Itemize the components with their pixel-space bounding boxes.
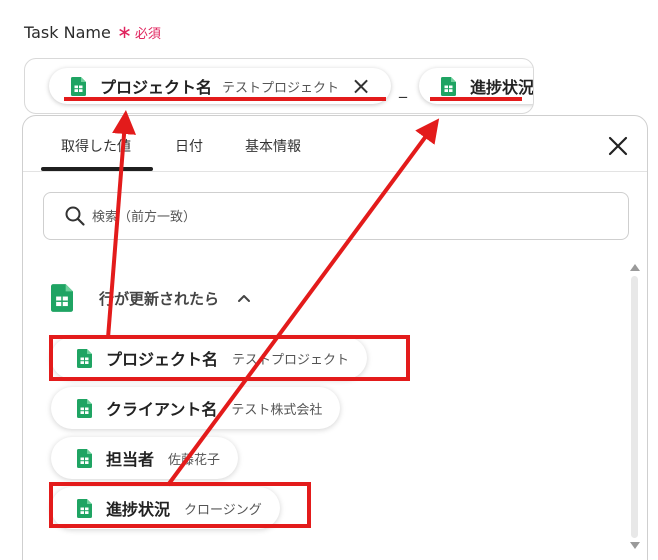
tab-bar: 取得した値 日付 基本情報 bbox=[23, 116, 647, 172]
item-label: 担当者 bbox=[106, 450, 155, 469]
chevron-up-icon[interactable] bbox=[237, 293, 251, 303]
variable-picker-panel: 取得した値 日付 基本情報 行が更新されたら bbox=[22, 115, 648, 560]
tab-retrieved-values[interactable]: 取得した値 bbox=[61, 136, 131, 156]
trigger-section-header[interactable]: 行が更新されたら bbox=[51, 282, 251, 314]
field-label: Task Name ∗ 必須 bbox=[24, 22, 161, 43]
search-box bbox=[43, 192, 629, 240]
google-sheets-icon bbox=[77, 448, 92, 468]
chip-remove-icon[interactable]: × bbox=[351, 74, 371, 98]
google-sheets-icon bbox=[441, 76, 456, 96]
item-value: クロージング bbox=[184, 502, 262, 518]
item-label: プロジェクト名 bbox=[106, 350, 219, 369]
tab-basic-info[interactable]: 基本情報 bbox=[245, 136, 301, 156]
google-sheets-icon bbox=[77, 348, 92, 368]
search-icon bbox=[65, 206, 85, 226]
required-badge: 必須 bbox=[134, 27, 161, 42]
chip-progress-status[interactable]: 進捗状況 bbox=[419, 68, 534, 104]
chip-label: プロジェクト名 bbox=[100, 78, 213, 97]
tab-date[interactable]: 日付 bbox=[175, 136, 203, 156]
item-label: クライアント名 bbox=[106, 400, 218, 419]
scroll-thumb[interactable] bbox=[631, 276, 638, 538]
chip-label: 進捗状況 bbox=[470, 78, 534, 97]
scrollbar[interactable] bbox=[628, 262, 642, 552]
item-value: 佐藤花子 bbox=[168, 452, 221, 468]
field-label-text: Task Name bbox=[24, 23, 111, 42]
search-input[interactable] bbox=[92, 205, 612, 229]
item-label: 進捗状況 bbox=[106, 500, 171, 519]
variable-item-client-name[interactable]: クライアント名 テスト株式会社 bbox=[51, 387, 341, 429]
close-icon[interactable] bbox=[606, 134, 630, 158]
item-value: テストプロジェクト bbox=[232, 352, 350, 368]
required-asterisk: ∗ bbox=[116, 22, 132, 43]
scroll-up-icon[interactable] bbox=[630, 264, 640, 271]
google-sheets-icon bbox=[77, 498, 92, 518]
section-title: 行が更新されたら bbox=[99, 289, 220, 308]
google-sheets-icon bbox=[51, 284, 73, 312]
variable-item-progress-status[interactable]: 進捗状況 クロージング bbox=[51, 487, 280, 529]
chip-sub: テストプロジェクト bbox=[222, 80, 340, 96]
active-tab-indicator bbox=[41, 167, 153, 171]
task-name-input[interactable]: プロジェクト名 テストプロジェクト × _ 進捗状況 bbox=[24, 58, 534, 114]
separator: _ bbox=[399, 79, 407, 98]
item-value: テスト株式会社 bbox=[231, 402, 323, 418]
google-sheets-icon bbox=[77, 398, 92, 418]
variable-item-project-name[interactable]: プロジェクト名 テストプロジェクト bbox=[51, 337, 368, 379]
google-sheets-icon bbox=[71, 76, 86, 96]
variable-item-assignee[interactable]: 担当者 佐藤花子 bbox=[51, 437, 239, 479]
scroll-down-icon[interactable] bbox=[630, 542, 640, 549]
chip-project-name[interactable]: プロジェクト名 テストプロジェクト × bbox=[49, 68, 391, 104]
